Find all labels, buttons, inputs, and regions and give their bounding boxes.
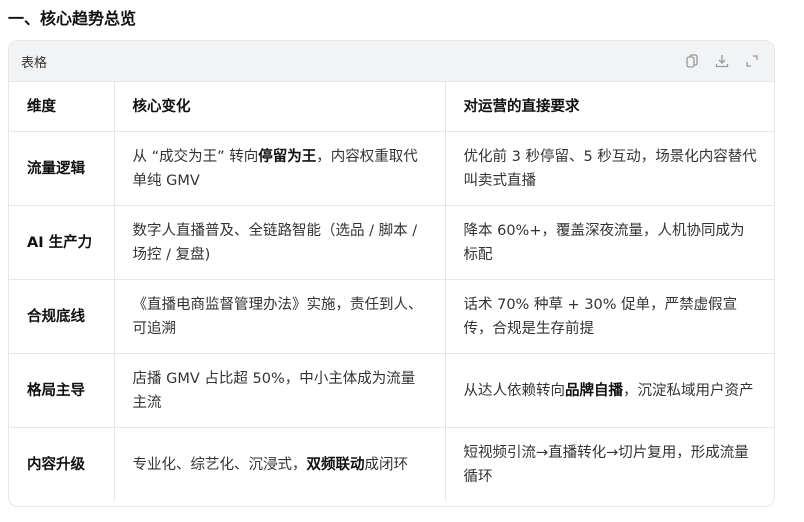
dimension-cell: 格局主导 bbox=[9, 353, 115, 428]
trend-table: 维度 核心变化 对运营的直接要求 流量逻辑从 “成交为王” 转向停留为王，内容权… bbox=[9, 82, 774, 501]
text-segment: 成闭环 bbox=[364, 456, 409, 473]
text-segment: 专业化、综艺化、沉浸式， bbox=[132, 456, 307, 473]
header-change: 核心变化 bbox=[114, 82, 446, 132]
header-requirement: 对运营的直接要求 bbox=[445, 82, 774, 132]
table-toolbar: 表格 bbox=[9, 41, 774, 82]
requirement-cell: 话术 70% 种草 + 30% 促单，严禁虚假宣传，合规是生存前提 bbox=[445, 279, 774, 354]
text-segment: 从 “成交为王” 转向 bbox=[132, 148, 259, 165]
dimension-cell: 内容升级 bbox=[9, 427, 115, 501]
requirement-cell: 短视频引流→直播转化→切片复用，形成流量循环 bbox=[445, 428, 774, 502]
text-segment: 《直播电商监督管理办法》实施，责任到人、可追溯 bbox=[132, 296, 423, 337]
requirement-cell: 从达人依赖转向品牌自播，沉淀私域用户资产 bbox=[445, 353, 774, 428]
text-segment: 优化前 3 秒停留、5 秒互动，场景化内容替代叫卖式直播 bbox=[463, 148, 757, 189]
table-label: 表格 bbox=[21, 55, 48, 71]
dimension-cell: AI 生产力 bbox=[9, 205, 115, 280]
table-row: 合规底线 《直播电商监督管理办法》实施，责任到人、可追溯 话术 70% 种草 + 3… bbox=[9, 279, 774, 354]
change-cell: 《直播电商监督管理办法》实施，责任到人、可追溯 bbox=[114, 279, 446, 354]
change-cell: 店播 GMV 占比超 50%，中小主体成为流量主流 bbox=[114, 353, 446, 428]
change-cell: 专业化、综艺化、沉浸式，双频联动成闭环 bbox=[114, 427, 446, 501]
bold-text: 停留为王 bbox=[258, 148, 317, 165]
section-heading: 一、核心趋势总览 bbox=[8, 9, 137, 28]
dimension-cell: 合规底线 bbox=[9, 279, 115, 354]
table-card: 表格 维度 核心变化 对运营的直接要求 流量逻辑从 “成交为王” 转向停留为王，… bbox=[8, 40, 775, 507]
requirement-cell: 降本 60%+，覆盖深夜流量，人机协同成为标配 bbox=[445, 205, 774, 280]
text-segment: 店播 GMV 占比超 50%，中小主体成为流量主流 bbox=[132, 370, 416, 411]
bold-text: 双频联动 bbox=[306, 456, 365, 473]
table-row: 格局主导 店播 GMV 占比超 50%，中小主体成为流量主流 从达人依赖转向品牌自播… bbox=[9, 353, 774, 428]
header-dimension: 维度 bbox=[9, 82, 115, 132]
text-segment: 短视频引流→直播转化→切片复用，形成流量循环 bbox=[463, 444, 749, 485]
text-segment: 从达人依赖转向 bbox=[463, 382, 566, 399]
table-header-row: 维度 核心变化 对运营的直接要求 bbox=[9, 82, 774, 132]
requirement-cell: 优化前 3 秒停留、5 秒互动，场景化内容替代叫卖式直播 bbox=[445, 131, 774, 206]
text-segment: 降本 60%+，覆盖深夜流量，人机协同成为标配 bbox=[463, 222, 745, 263]
text-segment: ，沉淀私域用户资产 bbox=[623, 382, 754, 399]
table-row: 流量逻辑从 “成交为王” 转向停留为王，内容权重取代单纯 GMV 优化前 3 秒停… bbox=[9, 131, 774, 206]
copy-icon[interactable] bbox=[684, 53, 700, 69]
download-icon[interactable] bbox=[714, 53, 730, 69]
bold-text: 品牌自播 bbox=[565, 382, 623, 399]
table-row: 内容升级 专业化、综艺化、沉浸式，双频联动成闭环 短视频引流→直播转化→切片复用，形… bbox=[9, 427, 774, 502]
text-segment: 话术 70% 种草 + 30% 促单，严禁虚假宣传，合规是生存前提 bbox=[463, 296, 738, 337]
dimension-cell: 流量逻辑 bbox=[9, 131, 115, 206]
text-segment: 数字人直播普及、全链路智能（选品 / 脚本 / 场控 / 复盘) bbox=[132, 222, 418, 263]
change-cell: 从 “成交为王” 转向停留为王，内容权重取代单纯 GMV bbox=[114, 131, 446, 206]
table-row: AI 生产力 数字人直播普及、全链路智能（选品 / 脚本 / 场控 / 复盘) 降本… bbox=[9, 205, 774, 280]
change-cell: 数字人直播普及、全链路智能（选品 / 脚本 / 场控 / 复盘) bbox=[114, 205, 446, 280]
expand-icon[interactable] bbox=[744, 53, 760, 69]
